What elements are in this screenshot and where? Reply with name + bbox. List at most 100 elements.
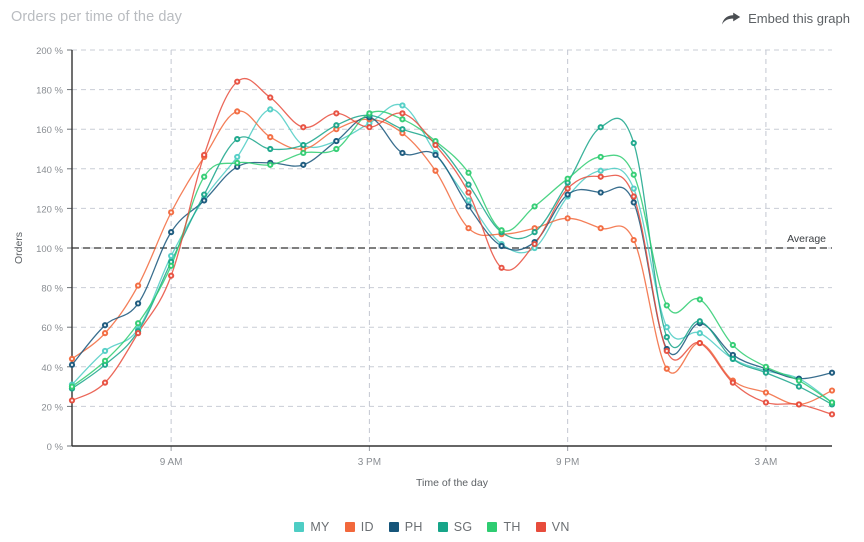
data-point-id[interactable] xyxy=(68,355,76,362)
data-point-sg[interactable] xyxy=(465,181,472,188)
legend-item-my[interactable]: MY xyxy=(294,520,329,534)
data-point-vn[interactable] xyxy=(399,110,406,117)
data-point-my[interactable] xyxy=(597,167,604,174)
data-point-th[interactable] xyxy=(564,175,571,182)
data-point-ph[interactable] xyxy=(465,203,472,210)
data-point-my[interactable] xyxy=(101,347,109,355)
data-point-id[interactable] xyxy=(465,225,472,232)
data-point-my[interactable] xyxy=(696,330,703,337)
data-point-id[interactable] xyxy=(101,330,109,337)
legend-item-sg[interactable]: SG xyxy=(437,520,473,534)
data-point-vn[interactable] xyxy=(663,347,670,355)
data-point-th[interactable] xyxy=(333,145,340,153)
legend-item-ph[interactable]: PH xyxy=(388,520,423,534)
data-point-my[interactable] xyxy=(399,102,406,109)
data-point-sg[interactable] xyxy=(201,191,208,198)
data-point-ph[interactable] xyxy=(399,149,406,157)
data-point-sg[interactable] xyxy=(531,229,538,236)
data-point-vn[interactable] xyxy=(465,189,472,196)
data-point-my[interactable] xyxy=(168,252,175,260)
data-point-id[interactable] xyxy=(828,387,836,394)
data-point-vn[interactable] xyxy=(101,379,109,386)
data-point-ph[interactable] xyxy=(564,191,571,198)
data-point-id[interactable] xyxy=(762,389,770,396)
data-point-vn[interactable] xyxy=(795,401,803,408)
data-point-vn[interactable] xyxy=(729,379,736,386)
data-point-th[interactable] xyxy=(134,320,142,327)
data-point-ph[interactable] xyxy=(168,229,175,236)
data-point-vn[interactable] xyxy=(300,124,307,131)
data-point-th[interactable] xyxy=(267,161,274,168)
data-point-vn[interactable] xyxy=(134,330,142,337)
data-point-vn[interactable] xyxy=(498,264,505,271)
data-point-th[interactable] xyxy=(597,153,604,161)
data-point-sg[interactable] xyxy=(729,355,736,362)
data-point-th[interactable] xyxy=(234,159,241,166)
data-point-ph[interactable] xyxy=(630,199,637,206)
data-point-ph[interactable] xyxy=(68,361,76,368)
data-point-th[interactable] xyxy=(762,363,770,370)
data-point-vn[interactable] xyxy=(597,173,604,180)
data-point-th[interactable] xyxy=(201,173,208,180)
data-point-sg[interactable] xyxy=(597,124,604,131)
data-point-id[interactable] xyxy=(663,365,670,372)
data-point-vn[interactable] xyxy=(531,240,538,248)
data-point-ph[interactable] xyxy=(134,300,142,307)
data-point-th[interactable] xyxy=(663,302,670,309)
data-point-th[interactable] xyxy=(828,399,836,406)
data-point-my[interactable] xyxy=(465,197,472,204)
data-point-ph[interactable] xyxy=(828,369,836,376)
data-point-sg[interactable] xyxy=(333,122,340,129)
data-point-sg[interactable] xyxy=(663,334,670,341)
legend-item-id[interactable]: ID xyxy=(344,520,374,534)
data-point-th[interactable] xyxy=(696,296,703,303)
data-point-id[interactable] xyxy=(234,108,241,115)
data-point-vn[interactable] xyxy=(267,94,274,101)
legend-item-vn[interactable]: VN xyxy=(535,520,570,534)
data-point-ph[interactable] xyxy=(333,137,340,145)
data-point-vn[interactable] xyxy=(828,411,836,418)
data-point-th[interactable] xyxy=(795,377,803,384)
data-point-ph[interactable] xyxy=(300,161,307,168)
data-point-vn[interactable] xyxy=(696,339,703,347)
data-point-sg[interactable] xyxy=(399,126,406,133)
data-point-sg[interactable] xyxy=(267,145,274,153)
data-point-id[interactable] xyxy=(168,209,175,216)
data-point-my[interactable] xyxy=(267,106,274,113)
data-point-vn[interactable] xyxy=(432,141,439,149)
data-point-th[interactable] xyxy=(630,171,637,178)
data-point-th[interactable] xyxy=(498,227,505,234)
data-point-th[interactable] xyxy=(300,149,307,157)
data-point-th[interactable] xyxy=(729,341,736,349)
data-point-th[interactable] xyxy=(531,203,538,210)
data-point-sg[interactable] xyxy=(762,369,770,376)
data-point-sg[interactable] xyxy=(630,139,637,147)
data-point-my[interactable] xyxy=(663,324,670,331)
data-point-th[interactable] xyxy=(465,169,472,176)
data-point-vn[interactable] xyxy=(366,124,373,131)
data-point-my[interactable] xyxy=(630,185,637,192)
data-point-vn[interactable] xyxy=(201,151,208,159)
data-point-id[interactable] xyxy=(134,282,142,289)
data-point-ph[interactable] xyxy=(597,189,604,196)
data-point-vn[interactable] xyxy=(168,272,175,279)
data-point-my[interactable] xyxy=(234,153,241,161)
data-point-th[interactable] xyxy=(101,357,109,364)
data-point-ph[interactable] xyxy=(101,322,109,329)
data-point-th[interactable] xyxy=(366,110,373,117)
data-point-sg[interactable] xyxy=(234,136,241,143)
data-point-id[interactable] xyxy=(432,167,439,174)
data-point-vn[interactable] xyxy=(68,397,76,404)
data-point-vn[interactable] xyxy=(333,110,340,117)
data-point-sg[interactable] xyxy=(795,383,803,390)
data-point-ph[interactable] xyxy=(201,197,208,204)
data-point-id[interactable] xyxy=(630,236,637,244)
data-point-sg[interactable] xyxy=(300,141,307,149)
data-point-th[interactable] xyxy=(68,383,76,390)
data-point-ph[interactable] xyxy=(432,151,439,159)
data-point-vn[interactable] xyxy=(564,185,571,192)
data-point-ph[interactable] xyxy=(498,242,505,250)
data-point-vn[interactable] xyxy=(234,78,241,85)
data-point-id[interactable] xyxy=(564,215,571,222)
data-point-vn[interactable] xyxy=(630,193,637,200)
